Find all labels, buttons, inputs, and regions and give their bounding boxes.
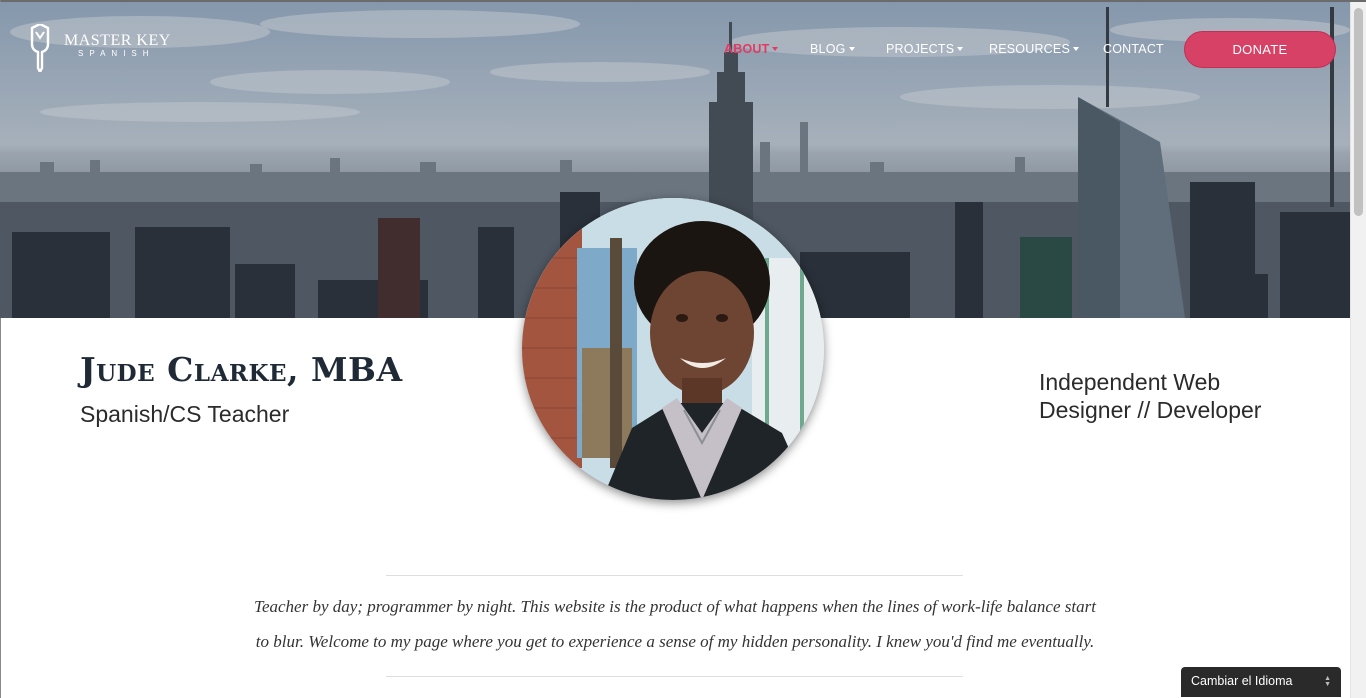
profile-name: Jude Clarke, MBA [80, 350, 403, 389]
language-select-label: Cambiar el Idioma [1191, 674, 1293, 688]
language-select[interactable]: Cambiar el Idioma ▲ ▼ [1181, 667, 1341, 697]
intro-line-2: to blur. Welcome to my page where you ge… [255, 632, 1095, 651]
divider-top [386, 575, 963, 576]
nav-item-about[interactable]: ABOUT [724, 42, 779, 56]
chevron-down-icon [957, 46, 964, 51]
site-logo[interactable]: MASTER KEY SPANISH [28, 24, 170, 72]
nav-item-blog[interactable]: BLOG [810, 42, 855, 56]
nav-item-label: CONTACT [1103, 42, 1164, 56]
master-key-logo-icon [30, 24, 50, 72]
select-arrows-icon: ▲ ▼ [1324, 675, 1331, 688]
nav-item-contact[interactable]: CONTACT [1103, 42, 1164, 56]
nav-item-resources[interactable]: RESOURCES [989, 42, 1079, 56]
chevron-down-icon [848, 46, 855, 51]
logo-title: MASTER KEY [64, 32, 171, 49]
intro-line-1: Teacher by day; programmer by night. Thi… [254, 597, 1096, 616]
portrait-image [522, 198, 824, 500]
profile-title-right: Independent Web Designer // Developer [1039, 369, 1262, 423]
nav-item-projects[interactable]: PROJECTS [886, 42, 964, 56]
page-scrollbar[interactable] [1350, 2, 1366, 698]
chevron-down-icon [772, 46, 779, 51]
nav-item-label: PROJECTS [886, 42, 955, 56]
scrollbar-thumb[interactable] [1354, 8, 1363, 216]
divider-bottom [386, 676, 963, 677]
nav-item-label: RESOURCES [989, 42, 1070, 56]
profile-photo [522, 198, 824, 500]
intro-text: Teacher by day; programmer by night. Thi… [230, 589, 1120, 659]
donate-button[interactable]: DONATE [1184, 31, 1336, 68]
nav-item-label: BLOG [810, 42, 846, 56]
chevron-down-icon [1072, 46, 1079, 51]
profile-title-left: Spanish/CS Teacher [80, 401, 290, 427]
nav-item-label: ABOUT [724, 42, 770, 56]
logo-subtitle: SPANISH [78, 49, 155, 58]
